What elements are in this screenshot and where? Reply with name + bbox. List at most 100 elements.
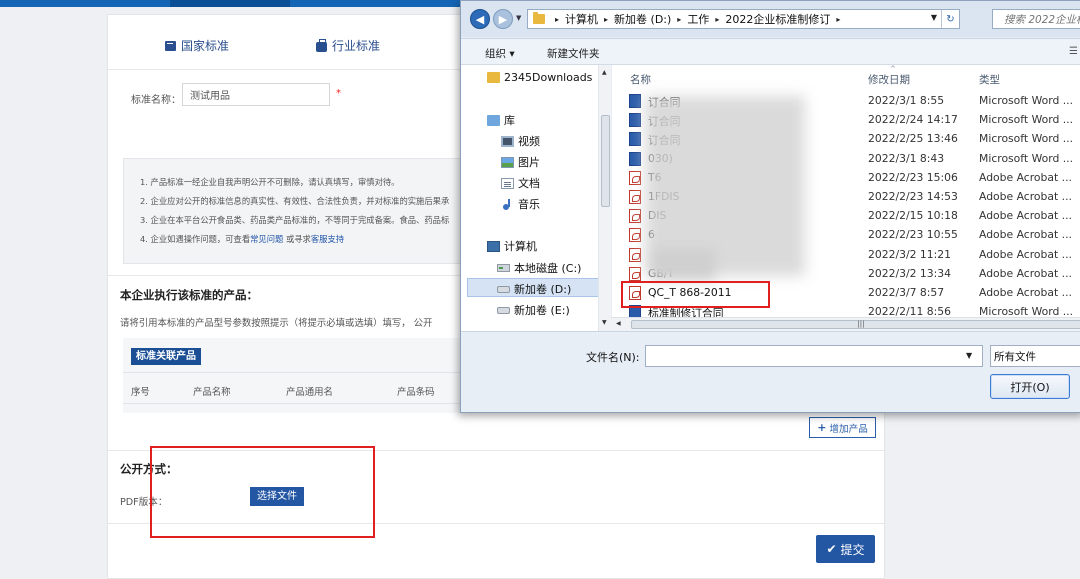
book-icon <box>165 40 176 51</box>
breadcrumb-work[interactable]: 工作 <box>687 11 709 27</box>
file-type: Adobe Acrobat ... <box>979 266 1072 280</box>
file-date: 2022/3/1 8:55 <box>868 94 945 107</box>
nav-item-label: 新加卷 (E:) <box>514 304 570 317</box>
top-nav-active-item[interactable] <box>170 0 290 7</box>
horizontal-scrollbar[interactable]: ◀ ||| <box>611 317 1080 331</box>
chevron-right-icon: ▸ <box>604 14 609 24</box>
file-type: Adobe Acrobat ... <box>979 247 1072 261</box>
file-date: 2022/3/1 8:43 <box>868 151 945 165</box>
nav-item-label: 2345Downloads <box>504 71 593 84</box>
nav-scroll-thumb[interactable] <box>601 115 610 207</box>
notice-line-4-text: 4. 企业如遇操作问题，可查看 <box>140 234 251 244</box>
support-link[interactable]: 客服支持 <box>311 234 344 244</box>
path-dropdown-icon[interactable]: ▼ <box>931 13 937 22</box>
document-icon <box>501 177 514 189</box>
forward-arrow-icon: ▶ <box>498 12 508 26</box>
nav-item-label: 文档 <box>518 177 540 190</box>
redacted-filenames-blur <box>653 249 715 279</box>
nav-item-label: 音乐 <box>518 198 540 211</box>
nav-item-drive-d[interactable]: 新加卷 (D:) <box>497 281 571 297</box>
nav-item-drive-e[interactable]: 新加卷 (E:) <box>497 302 570 318</box>
filename-bar: 文件名(N): ▼ 所有文件 打开(O) <box>461 331 1080 412</box>
check-icon: ✔ <box>826 542 837 556</box>
nav-item-label: 新加卷 (D:) <box>514 283 572 296</box>
organize-button[interactable]: 组织 ▾ <box>485 46 515 61</box>
nav-item-music[interactable]: 音乐 <box>501 196 540 212</box>
back-button[interactable]: ◀ <box>470 9 490 29</box>
open-button[interactable]: 打开(O) <box>990 374 1070 399</box>
tab-national-standard[interactable]: 国家标准 <box>165 37 229 54</box>
new-folder-button[interactable]: 新建文件夹 <box>547 46 600 61</box>
file-date: 2022/2/25 13:46 <box>868 132 958 146</box>
nav-item-label: 库 <box>504 114 515 127</box>
file-type: Microsoft Word ... <box>979 151 1074 165</box>
pdf-file-icon <box>629 247 641 262</box>
scroll-up-icon[interactable]: ▲ <box>602 69 607 76</box>
word-file-icon <box>629 94 641 108</box>
picture-icon <box>501 156 514 168</box>
back-arrow-icon: ◀ <box>475 12 485 26</box>
chevron-right-icon: ▸ <box>555 14 560 24</box>
file-type: Microsoft Word ... <box>979 94 1074 107</box>
filename-input[interactable] <box>645 345 983 367</box>
add-product-button[interactable]: + 增加产品 <box>809 417 876 438</box>
standard-name-input[interactable] <box>182 83 330 106</box>
filename-dropdown-icon[interactable]: ▼ <box>966 351 972 360</box>
chevron-right-icon: ▸ <box>715 14 720 24</box>
nav-item-documents[interactable]: 文档 <box>501 175 540 191</box>
products-table: 标准关联产品 序号 产品名称 产品通用名 产品条码 <box>123 338 463 413</box>
nav-item-pictures[interactable]: 图片 <box>501 154 540 170</box>
file-type: Microsoft Word ... <box>979 113 1074 127</box>
breadcrumb-computer[interactable]: 计算机 <box>565 11 598 27</box>
address-bar: ◀ ▶ ▼ ▸ 计算机 ▸ 新加卷 (D:) ▸ 工作 ▸ 2022企业标准制修… <box>461 1 1080 37</box>
col-header-name[interactable]: 名称 <box>630 72 651 87</box>
video-icon <box>501 135 514 147</box>
col-header-type[interactable]: 类型 <box>979 72 1000 87</box>
pdf-file-icon <box>629 209 641 224</box>
nav-item-libraries[interactable]: 库 <box>487 112 515 128</box>
refresh-icon[interactable]: ↻ <box>941 10 959 28</box>
nav-item-computer[interactable]: 计算机 <box>487 238 537 254</box>
filename-label: 文件名(N): <box>586 351 640 364</box>
word-file-icon <box>629 113 641 128</box>
forward-button[interactable]: ▶ <box>493 9 513 29</box>
col-generic-name: 产品通用名 <box>286 387 333 398</box>
nav-item-videos[interactable]: 视频 <box>501 133 540 149</box>
search-input[interactable] <box>992 9 1080 29</box>
drive-icon <box>497 306 510 314</box>
products-hint: 请将引用本标准的产品型号参数按照提示（将提示必填或选填）填写， 公开 <box>120 318 433 329</box>
col-barcode: 产品条码 <box>397 387 435 398</box>
notice-box: 1. 产品标准一经企业自我声明公开不可删除，请认真填写，审慎对待。 2. 企业应… <box>123 158 483 264</box>
nav-item-local-disk-c[interactable]: 本地磁盘 (C:) <box>497 260 581 276</box>
word-file-icon <box>629 151 641 166</box>
submit-button[interactable]: ✔ 提交 <box>816 535 875 563</box>
pdf-file-icon <box>629 228 641 243</box>
col-product-name: 产品名称 <box>193 387 231 398</box>
plus-icon: + <box>817 421 827 434</box>
scroll-left-icon[interactable]: ◀ <box>616 320 621 327</box>
nav-item-label: 本地磁盘 (C:) <box>514 262 582 275</box>
recent-pages-dropdown-icon[interactable]: ▼ <box>516 14 521 22</box>
col-header-date[interactable]: 修改日期 <box>868 72 910 87</box>
file-date: 2022/2/23 15:06 <box>868 170 958 184</box>
file-type: Microsoft Word ... <box>979 132 1074 146</box>
breadcrumb-drive-d[interactable]: 新加卷 (D:) <box>614 11 671 27</box>
notice-line-4: 4. 企业如遇操作问题，可查看常见问题 或寻求客服支持 <box>140 233 344 245</box>
faq-link[interactable]: 常见问题 <box>250 234 283 244</box>
file-type-select[interactable]: 所有文件 <box>990 345 1080 367</box>
add-product-label: 增加产品 <box>829 423 868 435</box>
view-options-icon[interactable]: ☰ <box>1069 46 1078 57</box>
nav-scrollbar[interactable]: ▲ ▼ <box>598 65 611 331</box>
nav-item-2345downloads[interactable]: 2345Downloads <box>487 71 592 84</box>
table-header: 序号 产品名称 产品通用名 产品条码 <box>123 372 463 404</box>
breadcrumb[interactable]: ▸ 计算机 ▸ 新加卷 (D:) ▸ 工作 ▸ 2022企业标准制修订 ▸ ▼ … <box>527 9 960 29</box>
breadcrumb-current-folder[interactable]: 2022企业标准制修订 <box>725 11 830 27</box>
scroll-down-icon[interactable]: ▼ <box>602 319 607 326</box>
tab-industry-standard[interactable]: 行业标准 <box>316 37 380 54</box>
drive-icon <box>497 285 510 293</box>
library-icon <box>487 114 500 126</box>
file-date: 2022/3/2 11:21 <box>868 247 952 261</box>
music-icon <box>501 198 514 210</box>
horizontal-scroll-thumb[interactable]: ||| <box>631 320 1080 329</box>
file-date: 2022/2/23 10:55 <box>868 228 958 242</box>
